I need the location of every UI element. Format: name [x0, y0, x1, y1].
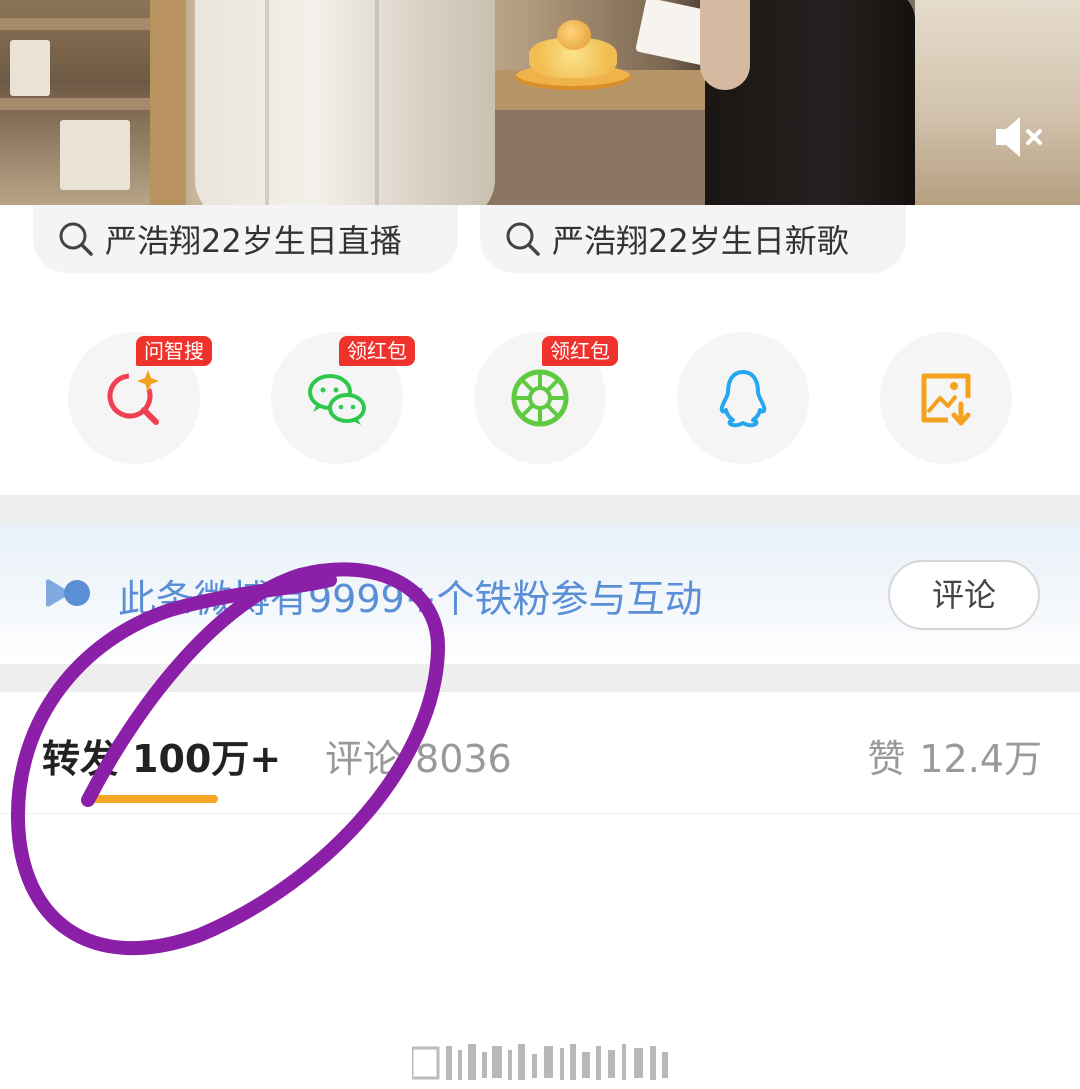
ai-search-badge: 问智搜 [136, 336, 212, 366]
ai-search-icon [107, 370, 159, 425]
search-suggestion-2[interactable]: 严浩翔22岁生日新歌 [480, 205, 906, 273]
moments-badge: 领红包 [542, 336, 618, 366]
fans-interaction-text: 此条微博有9999+个铁粉参与互动 [118, 577, 703, 621]
search-suggestion-text: 严浩翔22岁生日直播 [105, 222, 402, 260]
video-person-left [195, 0, 495, 205]
tab-repost-count: 100万+ [132, 737, 282, 781]
active-tab-indicator [88, 795, 218, 803]
volume-muted-icon [996, 117, 1042, 157]
moments-icon [511, 369, 569, 427]
qq-share-button[interactable] [677, 332, 809, 464]
fans-icon [46, 579, 90, 607]
mute-button[interactable] [992, 114, 1048, 160]
search-suggestion-1[interactable]: 严浩翔22岁生日直播 [33, 205, 458, 273]
tab-comment[interactable]: 评论 8036 [325, 728, 512, 783]
tab-like-label: 赞 [867, 737, 906, 781]
section-divider [0, 495, 1080, 522]
section-divider [0, 664, 1080, 692]
video-bg-shelf [0, 0, 186, 205]
tab-comment-label: 评论 [325, 737, 402, 781]
tab-repost-label: 转发 [42, 737, 119, 781]
wechat-icon [308, 374, 366, 425]
birthday-cake [515, 20, 631, 90]
qq-icon [719, 370, 767, 428]
tab-like[interactable]: 赞 12.4万 [867, 728, 1042, 783]
tab-repost[interactable]: 转发 100万+ [42, 728, 281, 783]
search-icon [59, 222, 93, 256]
video-player[interactable] [0, 0, 1080, 205]
save-image-icon [921, 373, 971, 426]
watermark [412, 1044, 668, 1080]
search-suggestion-text: 严浩翔22岁生日新歌 [552, 222, 849, 260]
save-image-button[interactable] [880, 332, 1012, 464]
tab-like-count: 12.4万 [919, 737, 1042, 781]
tab-bar-divider [0, 813, 1080, 814]
tab-comment-count: 8036 [415, 737, 512, 781]
wechat-badge: 领红包 [339, 336, 415, 366]
search-icon [506, 222, 540, 256]
comment-button[interactable]: 评论 [888, 560, 1040, 630]
